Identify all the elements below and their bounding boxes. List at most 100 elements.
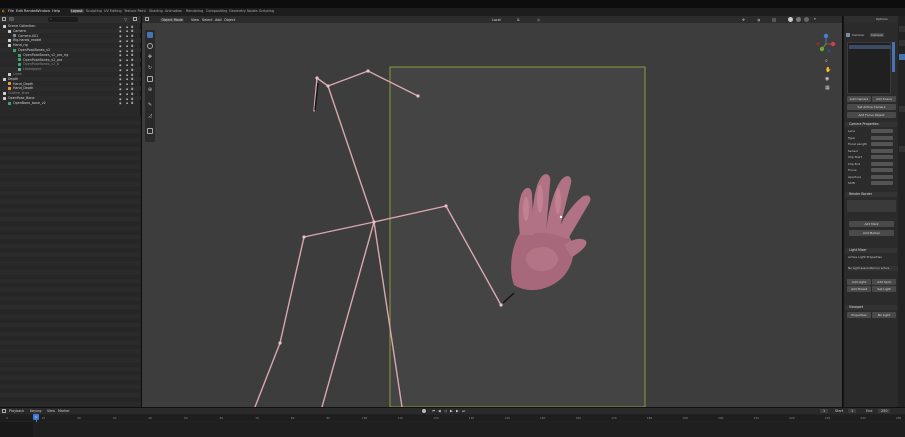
render-icon[interactable]: ◘	[131, 44, 134, 48]
eye-icon[interactable]: ◉	[119, 34, 122, 38]
tab-tool-icon[interactable]	[899, 26, 905, 32]
eye-icon[interactable]: ◉	[119, 44, 122, 48]
render-icon[interactable]: ◘	[131, 101, 134, 105]
menu-view-timeline[interactable]: View	[47, 409, 55, 413]
workspace-tab-scripting[interactable]: Scripting	[258, 9, 275, 13]
menu-render[interactable]: Render	[24, 9, 37, 13]
property-row[interactable]: Type	[846, 135, 897, 140]
snap-icon[interactable]: ⧉	[517, 18, 520, 22]
menu-object[interactable]: Object	[224, 18, 235, 22]
outliner-row[interactable]: OpenPoseBones_v2_pro ◉ ▪ ◘	[0, 57, 141, 62]
tab-render-icon[interactable]	[899, 106, 905, 112]
workspace-tab-sculpting[interactable]: Sculpting	[85, 9, 103, 13]
render-icon[interactable]: ◘	[131, 92, 134, 96]
camera-restrict-icon[interactable]: ▪	[126, 73, 129, 77]
add-marker-button[interactable]: Add Marker	[849, 230, 894, 236]
current-frame-field[interactable]: 1	[820, 409, 829, 413]
eye-icon[interactable]: ◉	[119, 77, 122, 81]
shading-material-icon[interactable]	[796, 17, 801, 22]
set-light-button[interactable]: Set Light	[872, 286, 896, 292]
menu-help[interactable]: Help	[52, 9, 60, 13]
camera-data-name[interactable]: Camera	[870, 33, 884, 37]
camera-selector[interactable]: Camera Camera	[846, 33, 896, 38]
eye-icon[interactable]: ◉	[119, 25, 122, 29]
property-row[interactable]: Focus	[846, 168, 897, 172]
menu-file[interactable]: File	[8, 9, 14, 13]
workspace-tab-texture[interactable]: Texture Paint	[123, 9, 147, 13]
camera-restrict-icon[interactable]: ▪	[126, 63, 129, 67]
render-icon[interactable]: ◘	[131, 63, 134, 67]
next-key-icon[interactable]: ▶	[456, 409, 459, 413]
tab-view-icon[interactable]	[899, 146, 905, 152]
render-icon[interactable]: ◘	[131, 77, 134, 81]
outliner-row[interactable]: Camera.001 ◉ ▪ ◘	[0, 34, 141, 38]
viewport-section[interactable]: Viewport	[845, 305, 897, 310]
display-mode-icon[interactable]	[9, 17, 14, 21]
camera-properties-section[interactable]: Camera Properties	[845, 122, 897, 127]
camera-list-item[interactable]	[849, 45, 891, 49]
outliner-row[interactable]: OpenPoseBones_v2 ◉ ▪ ◘	[0, 48, 141, 53]
property-row[interactable]: Aperture	[846, 174, 897, 179]
timeline-track-area[interactable]	[0, 422, 905, 437]
camera-restrict-icon[interactable]: ▪	[126, 53, 129, 57]
record-icon[interactable]	[422, 409, 426, 413]
eye-icon[interactable]: ◉	[119, 82, 122, 86]
property-row[interactable]: Sensor	[846, 148, 897, 153]
property-row[interactable]: Focal Length	[846, 142, 897, 146]
eye-icon[interactable]: ◉	[119, 49, 122, 53]
camera-restrict-icon[interactable]: ▪	[126, 29, 129, 33]
gizmo-x-axis[interactable]	[830, 41, 836, 47]
outliner-row[interactable]: Depth ◉ ▪ ◘	[0, 76, 141, 81]
camera-restrict-icon[interactable]: ▪	[126, 49, 129, 53]
property-field[interactable]	[871, 142, 893, 146]
add-preset-button[interactable]: Add Preset	[847, 286, 871, 292]
eye-icon[interactable]: ◉	[119, 68, 122, 72]
camera-restrict-icon[interactable]: ▪	[126, 58, 129, 62]
viewport-button-a[interactable]: Properties	[847, 312, 871, 318]
show-gizmo-icon[interactable]: ✥	[742, 18, 745, 22]
outliner-row[interactable]: Lhandpoint ◉ ▪ ◘	[0, 67, 141, 72]
light-mixer-section[interactable]: Light Mixer	[845, 248, 897, 253]
overlays-icon[interactable]: ◑	[757, 18, 760, 22]
eye-icon[interactable]: ◉	[119, 101, 122, 105]
outliner-row[interactable]: Scene Collection ◉ ▪ ◘	[0, 24, 141, 29]
property-field[interactable]	[871, 181, 893, 185]
outliner-row[interactable]: Hand_Depth ◉ ▪ ◘	[0, 86, 141, 91]
shading-rendered-icon[interactable]	[804, 17, 809, 22]
workspace-tab-rendering[interactable]: Rendering	[185, 9, 204, 13]
perspective-icon[interactable]: ▦	[825, 85, 830, 91]
camera-restrict-icon[interactable]: ▪	[126, 77, 129, 81]
menu-marker[interactable]: Marker	[58, 409, 70, 413]
viewport-button-b[interactable]: No Light	[872, 312, 896, 318]
render-icon[interactable]: ◘	[131, 39, 134, 43]
shading-solid-icon[interactable]	[788, 17, 793, 22]
eye-icon[interactable]: ◉	[119, 29, 122, 33]
eye-icon[interactable]: ◉	[119, 53, 122, 57]
proportional-edit-icon[interactable]: ◎	[537, 18, 540, 22]
workspace-tab-compositing[interactable]: Compositing	[205, 9, 228, 13]
camera-restrict-icon[interactable]: ▪	[126, 92, 129, 96]
outliner-row[interactable]: Rig.hands_model ◉ ▪ ◘	[0, 38, 141, 43]
set-active-camera-button[interactable]: Set Active Camera	[847, 104, 896, 110]
outliner-row[interactable]: Outline_lines ◉ ▪ ◘	[0, 91, 141, 96]
eye-icon[interactable]: ◉	[119, 92, 122, 96]
jump-end-icon[interactable]: ⏭	[462, 409, 465, 413]
add-spot-button[interactable]: Add Spot	[872, 279, 896, 285]
property-field[interactable]	[871, 174, 893, 179]
render-icon[interactable]: ◘	[131, 68, 134, 72]
camera-restrict-icon[interactable]: ▪	[126, 82, 129, 86]
menu-select[interactable]: Select	[202, 18, 212, 22]
gizmo-y-axis[interactable]	[819, 46, 825, 52]
property-row[interactable]: Lens	[846, 129, 897, 133]
property-row[interactable]: Clip End	[846, 161, 897, 166]
render-icon[interactable]: ◘	[131, 58, 134, 62]
property-field[interactable]	[871, 155, 893, 159]
outliner-row[interactable]: Lines ◉ ▪ ◘	[0, 72, 141, 77]
eye-icon[interactable]: ◉	[119, 73, 122, 77]
menu-playback[interactable]: Playback	[9, 409, 24, 413]
list-scrollbar[interactable]	[892, 42, 895, 72]
render-icon[interactable]: ◘	[131, 82, 134, 86]
camera-restrict-icon[interactable]: ▪	[126, 101, 129, 105]
eye-icon[interactable]: ◉	[119, 97, 122, 101]
outliner-row[interactable]: Hand_rig ◉ ▪ ◘	[0, 43, 141, 48]
